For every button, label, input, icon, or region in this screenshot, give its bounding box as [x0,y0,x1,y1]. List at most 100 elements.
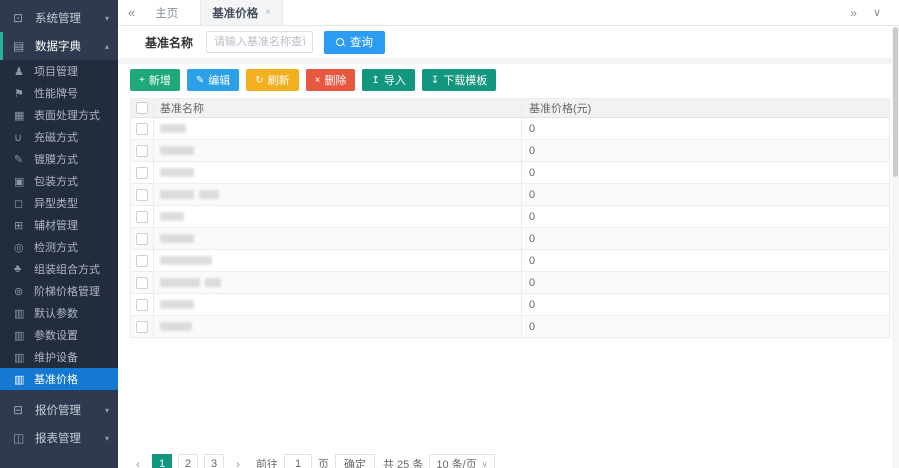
download-template-button[interactable]: ↧下载模板 [422,69,496,91]
sidebar-item-default-params[interactable]: ▥默认参数 [0,302,118,324]
chevron-down-icon: ▾ [105,14,109,23]
cell-base-name-redacted [154,272,522,293]
edit-pencil-icon: ✎ [196,75,204,86]
page-button-2[interactable]: 2 [178,454,198,468]
active-group-indicator [0,32,3,60]
cell-base-name-redacted [154,140,522,161]
tab-base-price[interactable]: 基准价格 × [200,0,283,25]
page-size-select[interactable]: 10 条/页 ∨ [429,454,494,468]
sidebar-item-project-management[interactable]: ♟项目管理 [0,60,118,82]
sidebar-item-maintain-devices[interactable]: ▥维护设备 [0,346,118,368]
search-input[interactable] [206,31,313,53]
upload-icon: ↥ [371,75,379,86]
row-checkbox[interactable] [136,233,148,245]
collapse-tabs-icon[interactable]: « [128,5,135,20]
cell-base-name-redacted [154,294,522,315]
cell-base-price: 0 [522,162,890,183]
row-checkbox[interactable] [136,189,148,201]
next-page-icon[interactable]: › [230,457,246,468]
add-button[interactable]: +新增 [130,69,180,91]
table-row[interactable]: 0 [131,140,890,162]
table-row[interactable]: 0 [131,184,890,206]
prev-page-icon[interactable]: ‹ [130,457,146,468]
row-checkbox[interactable] [136,255,148,267]
cell-base-price: 0 [522,118,890,139]
table-row[interactable]: 0 [131,316,890,338]
sidebar-group-system-management[interactable]: ⊡ 系统管理 ▾ [0,4,118,32]
refresh-button[interactable]: ↻刷新 [246,69,298,91]
toolbar-button-label: 下载模板 [443,72,487,88]
table-row[interactable]: 0 [131,250,890,272]
cell-base-name-redacted [154,228,522,249]
row-checkbox[interactable] [136,321,148,333]
sidebar-item-base-price[interactable]: ▥基准价格 [0,368,118,390]
page-button-3[interactable]: 3 [204,454,224,468]
table-body: 0000000000 [131,118,890,338]
sidebar-group-report-management[interactable]: ◫ 报表管理 ▾ [0,424,118,452]
redacted-text [160,212,184,221]
import-button[interactable]: ↥导入 [362,69,414,91]
cell-base-name-redacted [154,184,522,205]
page-size-value: 10 条/页 [436,456,476,468]
cell-base-name-redacted [154,206,522,227]
edit-button[interactable]: ✎ 编辑 [187,69,239,91]
cell-base-price: 0 [522,184,890,205]
cell-base-price: 0 [522,140,890,161]
table-header: 基准名称 基准价格(元) [131,98,890,118]
table-row[interactable]: 0 [131,228,890,250]
delete-button[interactable]: ×删除 [306,69,356,91]
row-checkbox[interactable] [136,123,148,135]
redacted-text [160,234,194,243]
toolbar-button-label: 删除 [324,72,346,88]
search-panel: 基准名称 查询 [118,26,899,58]
vertical-scrollbar[interactable] [892,27,899,468]
tab-home[interactable]: 主页 [155,5,178,21]
table-row[interactable]: 0 [131,294,890,316]
sidebar-group-quotation-management[interactable]: ⊟ 报价管理 ▾ [0,396,118,424]
tab-bar: « 主页 基准价格 × » ∨ [118,0,899,26]
sidebar-item-coating-method[interactable]: ✎镀膜方式 [0,148,118,170]
sidebar-item-assembly-method[interactable]: ♣组装组合方式 [0,258,118,280]
sidebar-item-auxiliary-materials[interactable]: ⊞辅材管理 [0,214,118,236]
tab-menu-chevron-icon[interactable]: ∨ [873,6,881,19]
chevron-down-icon: ∨ [482,460,488,468]
sidebar-group-label: 系统管理 [35,10,81,26]
select-all-checkbox[interactable] [136,102,148,114]
sidebar-item-magnetization-method[interactable]: ∪充磁方式 [0,126,118,148]
sidebar-item-performance-grade[interactable]: ⚑性能牌号 [0,82,118,104]
row-checkbox[interactable] [136,145,148,157]
table-row[interactable]: 0 [131,118,890,140]
settings-list-icon: ▥ [14,329,29,342]
sidebar-item-param-settings[interactable]: ▥参数设置 [0,324,118,346]
sidebar-item-surface-treatment[interactable]: ▦表面处理方式 [0,104,118,126]
sidebar-item-label: 项目管理 [34,63,78,79]
sidebar-group-data-dictionary[interactable]: ▤ 数据字典 ▴ [0,32,118,60]
chevron-up-icon: ▴ [105,42,109,51]
table-row[interactable]: 0 [131,206,890,228]
column-header-name: 基准名称 [154,99,522,117]
sidebar-item-special-shape-type[interactable]: ◻异型类型 [0,192,118,214]
coating-pen-icon: ✎ [14,153,29,166]
toolbar-button-label: 编辑 [208,72,230,88]
table-row[interactable]: 0 [131,162,890,184]
confirm-jump-button[interactable]: 确定 [335,454,375,468]
tab-label: 基准价格 [212,5,258,21]
jump-page-input[interactable] [284,454,312,468]
row-checkbox[interactable] [136,167,148,179]
sidebar-item-label: 组装组合方式 [34,261,100,277]
close-tab-icon[interactable]: × [265,7,271,18]
redacted-text [160,190,194,199]
page-button-1[interactable]: 1 [152,454,172,468]
row-checkbox[interactable] [136,299,148,311]
search-button[interactable]: 查询 [324,31,385,54]
row-checkbox[interactable] [136,211,148,223]
sidebar-item-inspection-method[interactable]: ◎检测方式 [0,236,118,258]
sidebar-item-tier-price-management[interactable]: ⊚阶梯价格管理 [0,280,118,302]
sidebar-group-label: 数据字典 [35,38,81,54]
row-checkbox[interactable] [136,277,148,289]
scrollbar-thumb[interactable] [893,27,898,177]
expand-tabs-icon[interactable]: » [850,6,857,20]
inspection-icon: ◎ [14,241,29,254]
sidebar-item-packaging-method[interactable]: ▣包装方式 [0,170,118,192]
table-row[interactable]: 0 [131,272,890,294]
